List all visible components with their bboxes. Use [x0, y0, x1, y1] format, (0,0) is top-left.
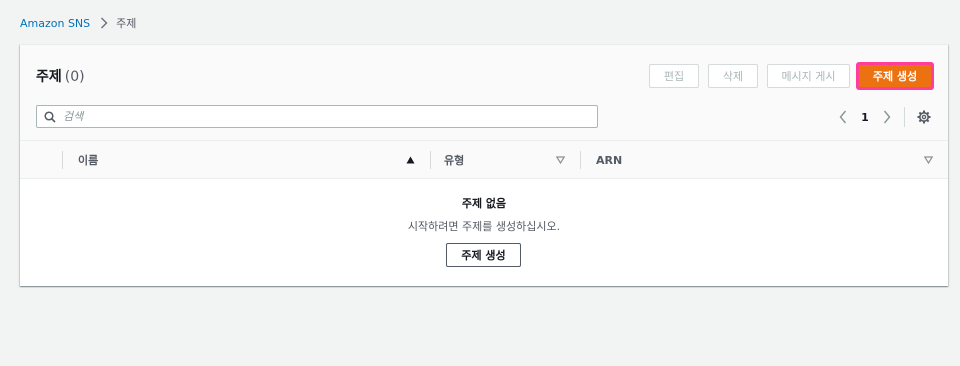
breadcrumb-amazon-sns[interactable]: Amazon SNS: [20, 17, 90, 30]
table-header: 이름 유형 ARN: [20, 141, 948, 179]
topic-count: (0): [64, 69, 85, 85]
page-title: 주제 (0): [36, 66, 85, 86]
column-divider: [580, 151, 581, 169]
search-input[interactable]: [63, 110, 583, 123]
empty-create-topic-button[interactable]: 주제 생성: [446, 243, 521, 267]
sort-up-filled-icon[interactable]: [406, 141, 415, 179]
topics-panel: 주제(0) 편집 삭제 메시지 게시 주제 생성 1: [20, 44, 948, 286]
search-field[interactable]: [36, 105, 598, 128]
search-icon: [37, 110, 63, 123]
current-page-number[interactable]: 1: [856, 107, 874, 127]
column-divider: [62, 151, 63, 169]
create-topic-button[interactable]: 주제 생성: [859, 65, 931, 87]
edit-button[interactable]: 편집: [649, 64, 699, 88]
sort-down-outline-icon[interactable]: [556, 141, 565, 179]
breadcrumb: Amazon SNS 주제: [20, 14, 136, 32]
delete-button[interactable]: 삭제: [708, 64, 758, 88]
column-header-arn[interactable]: ARN: [596, 141, 622, 179]
column-divider: [430, 151, 431, 169]
empty-state-title: 주제 없음: [461, 197, 507, 210]
create-topic-highlight: 주제 생성: [856, 62, 934, 90]
publish-message-button[interactable]: 메시지 게시: [767, 64, 850, 88]
empty-state-description: 시작하려면 주제를 생성하십시오.: [407, 220, 561, 233]
panel-header: 주제(0) 편집 삭제 메시지 게시 주제 생성 1: [20, 45, 948, 141]
page-title-text: 주제: [36, 69, 62, 85]
gear-icon[interactable]: [914, 107, 934, 127]
sort-down-outline-icon[interactable]: [924, 141, 933, 179]
column-header-name[interactable]: 이름: [78, 141, 98, 179]
column-header-type[interactable]: 유형: [444, 141, 464, 179]
pager-divider: [904, 107, 905, 127]
chevron-right-icon[interactable]: [878, 107, 896, 127]
chevron-right-icon: [100, 17, 108, 29]
chevron-left-icon[interactable]: [834, 107, 852, 127]
breadcrumb-current: 주제: [116, 17, 137, 30]
